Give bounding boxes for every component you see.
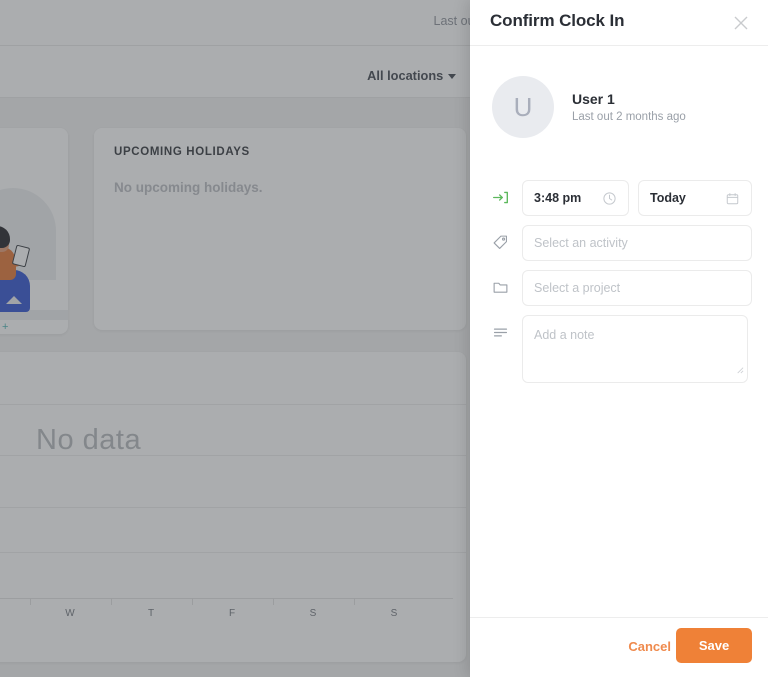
avatar: U	[492, 76, 554, 138]
project-row: Select a project	[492, 270, 752, 306]
clock-in-time-value: 3:48 pm	[534, 191, 582, 205]
modal-backdrop[interactable]	[0, 0, 470, 677]
tag-icon	[492, 225, 522, 251]
activity-placeholder: Select an activity	[534, 236, 628, 250]
panel-body: U User 1 Last out 2 months ago 3:48 pm T…	[470, 46, 768, 617]
activity-row: Select an activity	[492, 225, 752, 261]
resize-handle[interactable]	[735, 361, 744, 379]
activity-select[interactable]: Select an activity	[522, 225, 752, 261]
note-row: Add a note	[492, 315, 748, 383]
panel-header: Confirm Clock In	[470, 0, 768, 46]
user-meta: User 1 Last out 2 months ago	[572, 91, 686, 123]
project-select[interactable]: Select a project	[522, 270, 752, 306]
confirm-clock-in-panel: Confirm Clock In U User 1 Last out 2 mon…	[470, 0, 768, 677]
user-name: User 1	[572, 91, 615, 107]
note-placeholder: Add a note	[534, 328, 595, 342]
save-button[interactable]: Save	[676, 628, 752, 663]
calendar-icon	[725, 191, 740, 206]
close-icon[interactable]	[730, 12, 752, 34]
clock-in-time-field[interactable]: 3:48 pm	[522, 180, 629, 216]
folder-icon	[492, 270, 522, 296]
screen: Last out All locations All g + UPCOMING	[0, 0, 768, 677]
project-placeholder: Select a project	[534, 281, 621, 295]
time-date-row: 3:48 pm Today	[492, 180, 752, 216]
clock-in-date-field[interactable]: Today	[638, 180, 752, 216]
clock-icon	[602, 191, 617, 206]
sign-in-icon	[492, 180, 522, 206]
page-title: Confirm Clock In	[490, 11, 625, 30]
user-last-out: Last out 2 months ago	[572, 111, 686, 123]
cancel-button[interactable]: Cancel	[628, 639, 671, 654]
note-lines-icon	[492, 315, 522, 341]
note-textarea[interactable]: Add a note	[522, 315, 748, 383]
clock-in-date-value: Today	[650, 191, 686, 205]
panel-footer: Cancel Save	[470, 617, 768, 677]
user-row: U User 1 Last out 2 months ago	[492, 76, 686, 138]
